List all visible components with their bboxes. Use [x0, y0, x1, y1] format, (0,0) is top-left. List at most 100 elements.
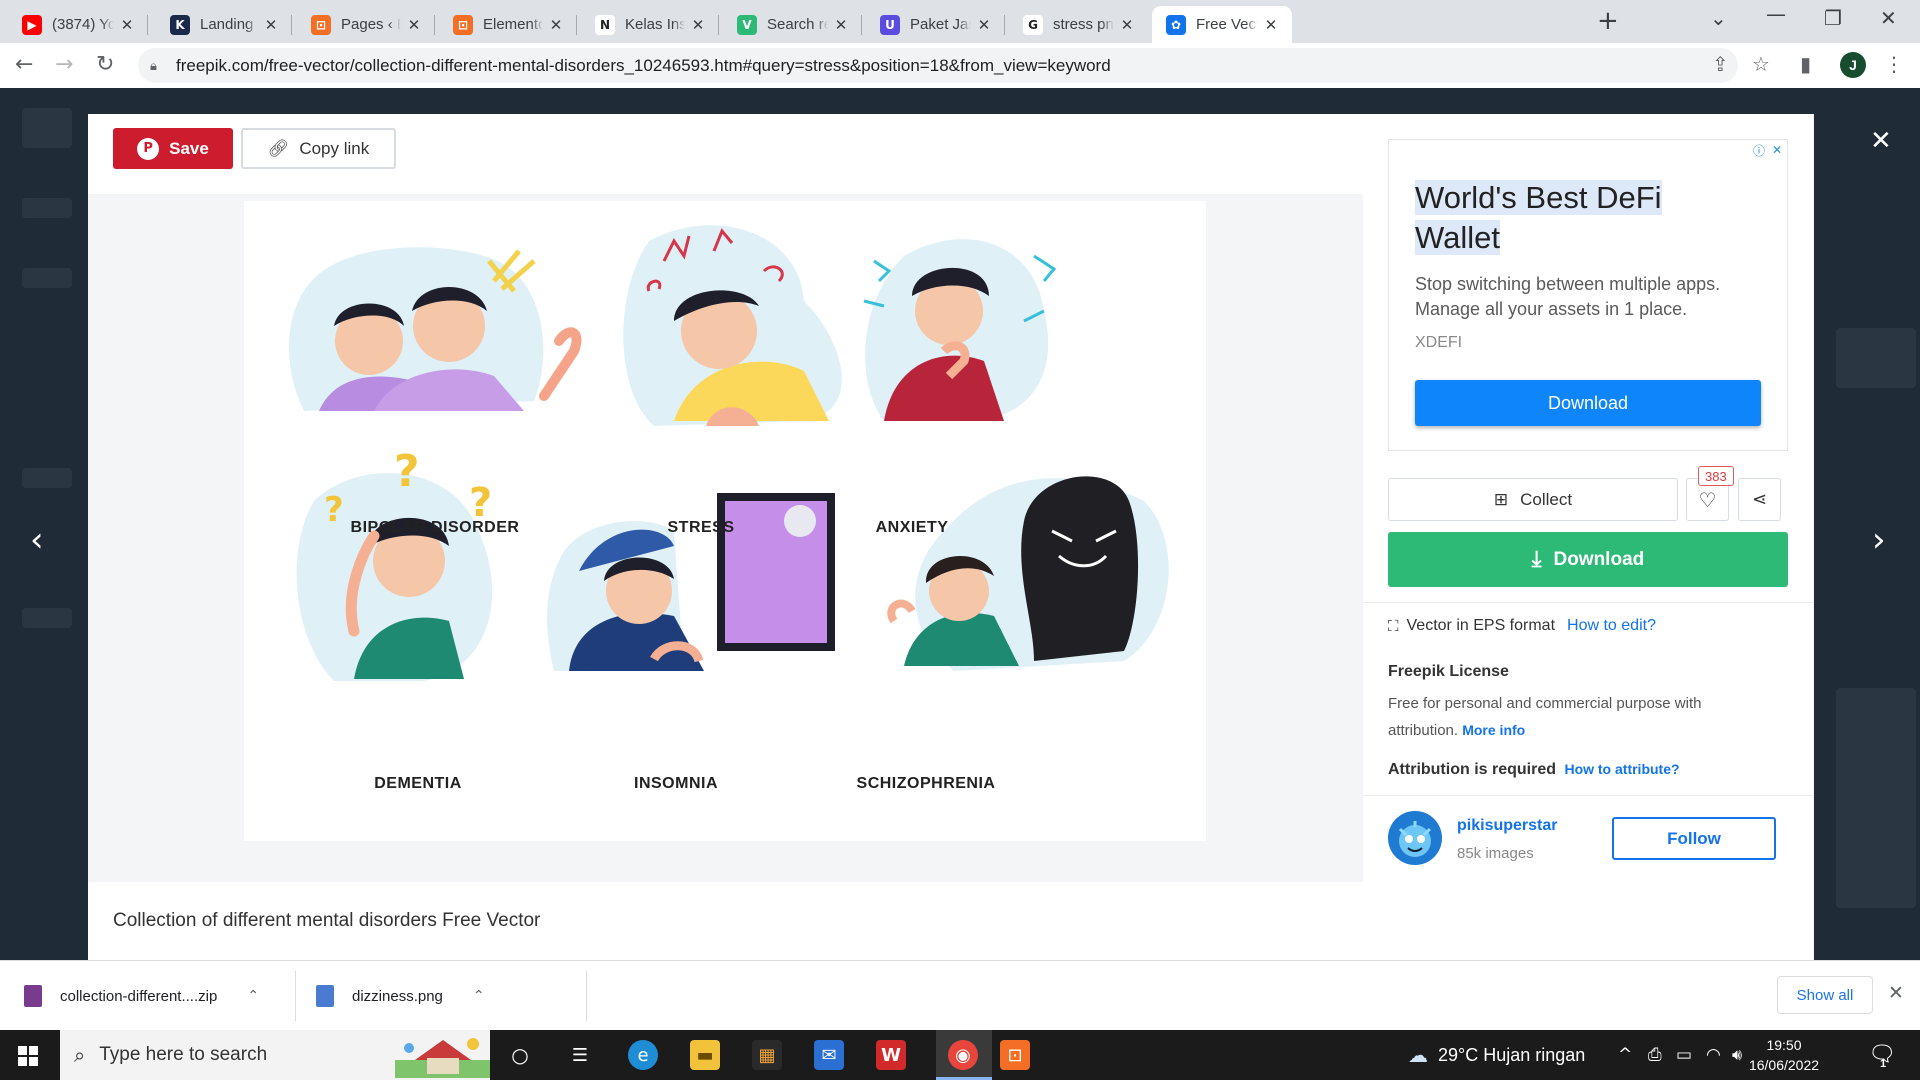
wifi-icon[interactable]: ◠	[1706, 1045, 1721, 1065]
author-avatar[interactable]	[1388, 811, 1442, 865]
collect-button[interactable]: ⊞ Collect	[1388, 478, 1678, 521]
tab-title: Elementor | Ele	[483, 16, 543, 33]
bookmark-star-icon[interactable]: ☆	[1752, 52, 1770, 76]
tab-title: (3874) YouTube	[52, 16, 114, 33]
browser-tab[interactable]: K Landing Page✕	[156, 6, 292, 43]
edge-icon[interactable]: e	[628, 1040, 658, 1070]
back-icon[interactable]: ←	[15, 52, 33, 77]
forward-icon[interactable]: →	[55, 52, 73, 77]
download-filename: collection-different....zip	[60, 987, 218, 1005]
task-view-icon[interactable]: ○	[505, 1040, 535, 1070]
ad-headline: World's Best DeFi Wallet	[1415, 180, 1662, 255]
file-format: ⛶ Vector in EPS format How to edit?	[1388, 617, 1656, 635]
new-tab-button[interactable]: +	[1597, 8, 1619, 34]
tab-title: Kelas Instagram	[625, 16, 685, 33]
browser-tab[interactable]: ✿ Free Vector | C✕	[1152, 6, 1292, 43]
svg-text:?: ?	[394, 446, 420, 497]
close-tab-icon[interactable]: ✕	[262, 16, 280, 34]
youtube-icon: ▶	[22, 14, 42, 35]
volume-icon[interactable]: 🔊︎	[1732, 1045, 1742, 1065]
notification-count: 1	[1880, 1058, 1887, 1070]
chevron-up-icon[interactable]: ⌃	[473, 988, 485, 1004]
taskbar-search-box[interactable]: ⌕ Type here to search	[60, 1030, 490, 1080]
more-info-link[interactable]: More info	[1462, 722, 1525, 738]
close-modal-icon[interactable]: ✕	[1870, 126, 1892, 156]
reload-icon[interactable]: ↻	[96, 52, 114, 77]
preview-image[interactable]: ? ? ? BIPOLAR DISORDER STRESS ANXIETY DE…	[244, 201, 1206, 841]
tray-overflow-icon[interactable]: ^	[1618, 1045, 1632, 1065]
close-tab-icon[interactable]: ✕	[547, 16, 565, 34]
browser-toolbar: ← → ↻ 🔒︎ freepik.com/free-vector/collect…	[0, 43, 1920, 88]
resource-modal: ? ? ? BIPOLAR DISORDER STRESS ANXIETY DE…	[88, 114, 1814, 960]
advertisement[interactable]: ⓘ ✕ World's Best DeFi Wallet Stop switch…	[1388, 139, 1788, 451]
author-name-link[interactable]: pikisuperstar	[1457, 817, 1557, 835]
show-all-downloads-button[interactable]: Show all	[1777, 976, 1873, 1014]
illustration-label: STRESS	[667, 519, 735, 536]
freepik-icon: ✿	[1166, 14, 1186, 35]
download-item[interactable]: dizziness.png ⌃	[316, 961, 485, 1031]
ad-close-icon[interactable]: ✕	[1769, 142, 1785, 158]
ad-brand: XDEFI	[1415, 334, 1463, 351]
like-count-badge: 383	[1698, 466, 1734, 486]
maximize-icon[interactable]: ❐	[1824, 6, 1842, 30]
n-logo-icon: N	[595, 14, 615, 35]
store-icon[interactable]: ▦	[752, 1040, 782, 1070]
close-shelf-icon[interactable]: ✕	[1888, 982, 1904, 1004]
close-tab-icon[interactable]: ✕	[405, 16, 423, 34]
taskbar-clock[interactable]: 19:50 16/06/2022	[1744, 1035, 1824, 1075]
tab-search-icon[interactable]: ⌄	[1710, 6, 1727, 30]
previous-arrow-icon[interactable]: ‹	[30, 520, 44, 560]
browser-tab[interactable]: ▶ (3874) YouTube✕	[8, 6, 148, 43]
battery-icon[interactable]: ▭	[1676, 1045, 1692, 1065]
close-tab-icon[interactable]: ✕	[1262, 16, 1280, 34]
illustration-label: INSOMNIA	[634, 775, 718, 792]
close-tab-icon[interactable]: ✕	[689, 16, 707, 34]
download-button[interactable]: ⤓ Download	[1388, 532, 1788, 587]
side-panel-icon[interactable]: ▮	[1800, 52, 1811, 76]
weather-widget[interactable]: ☁ 29°C Hujan ringan	[1408, 1043, 1585, 1067]
xampp-icon[interactable]: ⊡	[1000, 1040, 1030, 1070]
minimize-icon[interactable]: —	[1766, 2, 1786, 26]
meet-now-icon[interactable]: ⎙	[1648, 1045, 1662, 1065]
browser-tab[interactable]: N Kelas Instagram✕	[581, 6, 719, 43]
close-window-icon[interactable]: ✕	[1880, 6, 1897, 30]
browser-tab[interactable]: U Paket Jasa Pen✕	[866, 6, 1005, 43]
browser-tab[interactable]: ⊡ Pages ‹ Email✕	[297, 6, 435, 43]
download-filename: dizziness.png	[352, 987, 443, 1005]
ad-download-button[interactable]: Download	[1415, 380, 1761, 426]
modal-scrollbar[interactable]: ▲ ▼	[1813, 114, 1814, 960]
close-tab-icon[interactable]: ✕	[118, 16, 136, 34]
browser-tab[interactable]: ⊡ Elementor | Ele✕	[439, 6, 577, 43]
close-tab-icon[interactable]: ✕	[1118, 16, 1136, 34]
download-item[interactable]: collection-different....zip ⌃	[24, 961, 259, 1031]
how-to-edit-link[interactable]: How to edit?	[1567, 617, 1656, 635]
mail-icon[interactable]: ✉	[814, 1040, 844, 1070]
next-arrow-icon[interactable]: ›	[1872, 520, 1886, 560]
ad-info-icon[interactable]: ⓘ	[1751, 142, 1767, 158]
k-logo-icon: K	[170, 14, 190, 35]
windows-start-icon[interactable]	[18, 1046, 38, 1066]
collection-add-icon: ⊞	[1493, 489, 1509, 510]
share-page-icon[interactable]: ⇪	[1712, 52, 1729, 76]
file-explorer-icon[interactable]: ▬	[690, 1040, 720, 1070]
share-button[interactable]: ⋖	[1738, 478, 1781, 521]
task-list-icon[interactable]: ☰	[565, 1040, 595, 1070]
wps-office-icon[interactable]: W	[876, 1040, 906, 1070]
profile-avatar[interactable]: J	[1840, 52, 1866, 78]
pinterest-save-button[interactable]: P Save	[113, 128, 233, 169]
close-tab-icon[interactable]: ✕	[832, 16, 850, 34]
vector-icon: ⛶	[1388, 617, 1399, 635]
follow-button[interactable]: Follow	[1612, 817, 1776, 860]
chevron-up-icon[interactable]: ⌃	[247, 988, 259, 1004]
close-tab-icon[interactable]: ✕	[975, 16, 993, 34]
svg-text:?: ?	[324, 490, 344, 530]
browser-tab[interactable]: V Search results✕	[723, 6, 862, 43]
copy-link-button[interactable]: 🔗︎ Copy link	[241, 128, 396, 169]
how-to-attribute-link[interactable]: How to attribute?	[1564, 761, 1679, 777]
address-bar[interactable]: 🔒︎ freepik.com/free-vector/collection-di…	[138, 48, 1738, 83]
resource-sidebar: ⓘ ✕ World's Best DeFi Wallet Stop switch…	[1363, 114, 1814, 960]
browser-menu-icon[interactable]: ⋮	[1884, 52, 1904, 76]
chrome-icon[interactable]: ◉	[948, 1040, 978, 1070]
browser-tab[interactable]: Gstress png - G✕	[1009, 6, 1148, 43]
resource-title: Collection of different mental disorders…	[113, 910, 541, 931]
